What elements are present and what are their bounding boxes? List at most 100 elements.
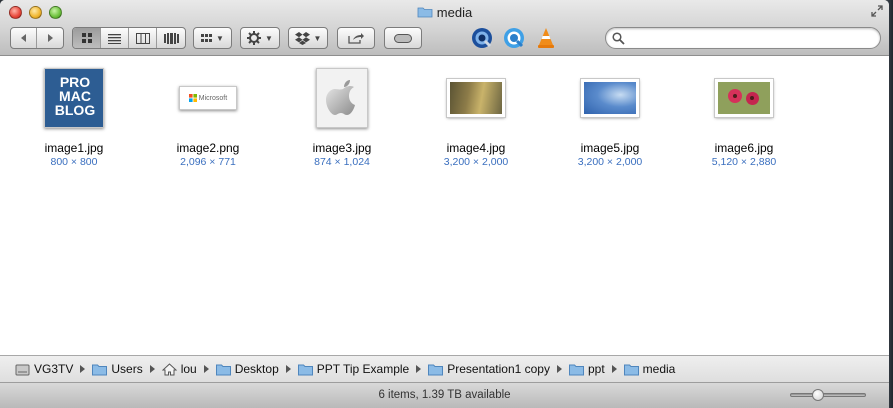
file-name: image2.png <box>176 141 240 155</box>
chevron-down-icon: ▼ <box>265 33 273 43</box>
forward-button[interactable] <box>37 28 63 48</box>
file-item[interactable]: image6.jpg 5,120 × 2,880 <box>677 66 811 168</box>
dropbox-icon <box>294 31 310 45</box>
share-icon <box>348 33 364 44</box>
path-label: PPT Tip Example <box>316 362 410 376</box>
path-separator-icon <box>556 365 562 373</box>
fullscreen-icon[interactable] <box>871 5 883 17</box>
file-dimensions: 5,120 × 2,880 <box>711 156 777 168</box>
path-item-ppt[interactable]: ppt <box>568 362 605 376</box>
path-separator-icon <box>416 365 422 373</box>
window-title: media <box>436 5 473 20</box>
hard-drive-icon <box>15 364 30 375</box>
path-label: Users <box>111 362 143 376</box>
path-item-presentation1-copy[interactable]: Presentation1 copy <box>428 362 550 376</box>
path-label: lou <box>180 362 197 376</box>
path-separator-icon <box>285 365 291 373</box>
file-dimensions: 800 × 800 <box>50 156 98 168</box>
promac-logo-line: MAC <box>59 88 91 104</box>
column-view-icon <box>135 32 150 44</box>
vlc-icon[interactable] <box>535 27 557 49</box>
folder-icon <box>428 364 444 375</box>
image1-thumbnail: PRO MAC BLOG <box>44 68 104 128</box>
file-item[interactable]: image5.jpg 3,200 × 2,000 <box>543 66 677 168</box>
forward-arrow-icon <box>48 34 53 42</box>
file-name: image5.jpg <box>580 141 640 155</box>
promac-logo-line: PRO <box>59 74 91 90</box>
path-item-lou[interactable]: lou <box>161 362 197 376</box>
quicktime-icon[interactable] <box>471 27 493 49</box>
back-button[interactable] <box>11 28 37 48</box>
icon-grid: PRO MAC BLOG image1.jpg 800 × 800 Micros… <box>0 57 889 355</box>
path-label: ppt <box>587 362 605 376</box>
list-view-icon <box>108 33 121 44</box>
slider-knob[interactable] <box>812 389 825 401</box>
window-title-area: media <box>0 5 889 20</box>
toolbar: media ▼ ▼ ▼ <box>0 0 889 56</box>
image4-thumbnail <box>446 78 506 118</box>
folder-icon <box>568 364 584 375</box>
path-item-ppt-tip-example[interactable]: PPT Tip Example <box>297 362 410 376</box>
path-separator-icon <box>80 365 86 373</box>
folder-icon <box>417 7 433 18</box>
path-label: Desktop <box>234 362 279 376</box>
list-view-button[interactable] <box>101 28 129 48</box>
microsoft-logo-icon <box>188 94 197 102</box>
icon-size-slider[interactable] <box>790 389 866 401</box>
quicktime-alt-icon[interactable] <box>503 27 525 49</box>
file-name: image6.jpg <box>714 141 774 155</box>
microsoft-wordmark: Microsoft <box>198 94 228 102</box>
search-icon <box>612 32 625 45</box>
icon-view-icon <box>81 33 92 43</box>
file-item[interactable]: image3.jpg 874 × 1,024 <box>275 66 409 168</box>
image5-thumbnail <box>580 78 640 118</box>
file-item[interactable]: Microsoft image2.png 2,096 × 771 <box>141 66 275 168</box>
gear-icon <box>247 31 262 45</box>
path-label: Presentation1 copy <box>447 362 550 376</box>
path-item-desktop[interactable]: Desktop <box>215 362 279 376</box>
path-item-media[interactable]: media <box>623 362 676 376</box>
chevron-down-icon: ▼ <box>313 33 322 43</box>
action-button[interactable]: ▼ <box>240 27 280 49</box>
share-button[interactable] <box>337 27 375 49</box>
search-field[interactable] <box>605 27 881 49</box>
path-separator-icon <box>611 365 617 373</box>
file-dimensions: 2,096 × 771 <box>180 156 236 168</box>
path-label: VG3TV <box>34 362 74 376</box>
finder-window: media ▼ ▼ ▼ PRO MAC BLOG image1.jpg 800 … <box>0 0 889 408</box>
status-text: 6 items, 1.39 TB available <box>378 389 511 401</box>
cover-flow-view-button[interactable] <box>157 28 185 48</box>
tag-icon <box>394 33 412 43</box>
path-bar: VG3TV Users lou Desktop PPT Tip Example … <box>0 355 889 382</box>
path-label: media <box>642 362 676 376</box>
home-icon <box>161 362 177 375</box>
arrange-icon <box>201 33 213 42</box>
file-name: image1.jpg <box>44 141 104 155</box>
path-separator-icon <box>149 365 155 373</box>
file-item[interactable]: image4.jpg 3,200 × 2,000 <box>409 66 543 168</box>
file-item[interactable]: PRO MAC BLOG image1.jpg 800 × 800 <box>7 66 141 168</box>
icon-view-button[interactable] <box>73 28 101 48</box>
file-dimensions: 874 × 1,024 <box>314 156 370 168</box>
folder-icon <box>215 364 231 375</box>
file-dimensions: 3,200 × 2,000 <box>443 156 509 168</box>
file-name: image4.jpg <box>446 141 506 155</box>
search-input[interactable] <box>628 30 872 46</box>
edit-tags-button[interactable] <box>384 27 422 49</box>
path-separator-icon <box>203 365 209 373</box>
column-view-button[interactable] <box>129 28 157 48</box>
dropbox-button[interactable]: ▼ <box>288 27 328 49</box>
promac-logo-line: BLOG <box>54 102 96 118</box>
folder-icon <box>623 364 639 375</box>
arrange-button[interactable]: ▼ <box>193 27 232 49</box>
status-bar: 6 items, 1.39 TB available <box>0 382 889 408</box>
apple-logo-icon <box>326 80 355 115</box>
image3-thumbnail <box>316 68 368 128</box>
path-item-users[interactable]: Users <box>92 362 143 376</box>
folder-icon <box>92 364 108 375</box>
view-switcher <box>72 27 186 49</box>
path-item-vg3tv[interactable]: VG3TV <box>15 362 73 376</box>
nav-buttons <box>10 27 64 49</box>
image6-thumbnail <box>714 78 774 118</box>
cover-flow-icon <box>163 32 179 44</box>
